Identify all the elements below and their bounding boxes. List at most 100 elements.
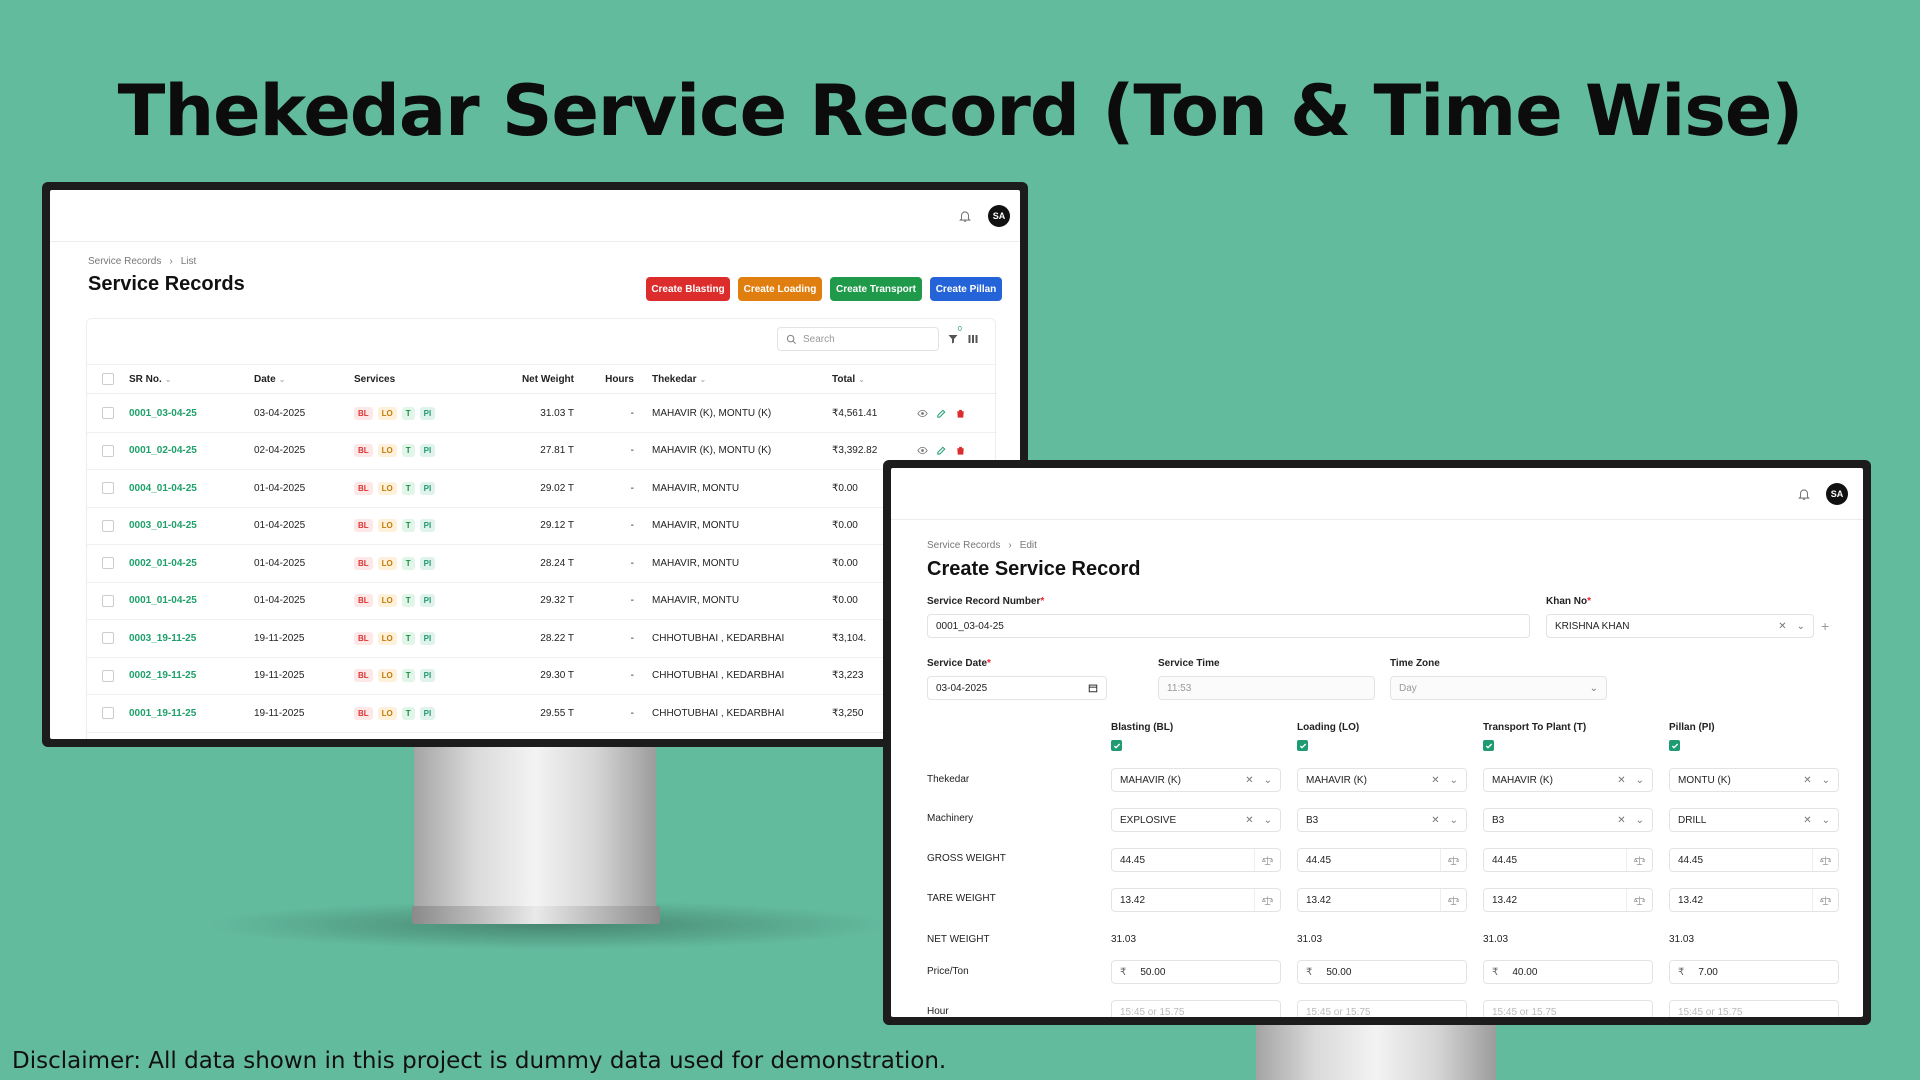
clear-icon[interactable]: ✕ bbox=[1617, 815, 1625, 826]
tare-weight-input[interactable]: 13.42 bbox=[1111, 888, 1281, 912]
edit-icon[interactable] bbox=[936, 408, 947, 419]
search-input[interactable]: Search bbox=[777, 327, 939, 351]
price-per-ton-input[interactable]: ₹ 7.00 bbox=[1669, 960, 1839, 984]
add-khan-icon[interactable]: + bbox=[1821, 618, 1829, 634]
clear-icon[interactable]: ✕ bbox=[1431, 815, 1439, 826]
scale-icon[interactable] bbox=[1820, 855, 1831, 866]
price-per-ton-input[interactable]: ₹ 40.00 bbox=[1483, 960, 1653, 984]
trash-icon[interactable] bbox=[955, 445, 966, 456]
hour-input[interactable]: 15:45 or 15.75 bbox=[1297, 1000, 1467, 1017]
gross-weight-input[interactable]: 44.45 bbox=[1111, 848, 1281, 872]
create-blasting-button[interactable]: Create Blasting bbox=[646, 277, 730, 301]
row-checkbox[interactable] bbox=[102, 632, 114, 645]
row-checkbox[interactable] bbox=[102, 707, 114, 720]
thekedar-select[interactable]: MAHAVIR (K) ✕ ⌄ bbox=[1297, 768, 1467, 792]
tare-weight-input[interactable]: 13.42 bbox=[1297, 888, 1467, 912]
scale-icon[interactable] bbox=[1820, 895, 1831, 906]
trash-icon[interactable] bbox=[955, 408, 966, 419]
column-header[interactable]: Date ⌄ bbox=[254, 374, 354, 385]
sr-link[interactable]: 0002_19-11-25 bbox=[129, 670, 254, 681]
row-checkbox[interactable] bbox=[102, 407, 114, 420]
machinery-select[interactable]: B3 ✕ ⌄ bbox=[1483, 808, 1653, 832]
chevron-down-icon[interactable]: ⌄ bbox=[1450, 775, 1458, 786]
create-loading-button[interactable]: Create Loading bbox=[738, 277, 822, 301]
chevron-down-icon[interactable]: ⌄ bbox=[1797, 621, 1805, 632]
sr-link[interactable]: 0004_01-04-25 bbox=[129, 483, 254, 494]
table-row[interactable]: 0001_01-04-25 01-04-2025 BL LO T PI 29.32 T… bbox=[87, 583, 997, 620]
service-enabled-checkbox[interactable] bbox=[1297, 740, 1308, 751]
time-zone-select[interactable]: Day ⌄ bbox=[1390, 676, 1607, 700]
chevron-down-icon[interactable]: ⌄ bbox=[1264, 775, 1272, 786]
hour-input[interactable]: 15:45 or 15.75 bbox=[1669, 1000, 1839, 1017]
scale-icon[interactable] bbox=[1262, 855, 1273, 866]
clear-icon[interactable]: ✕ bbox=[1245, 815, 1253, 826]
clear-icon[interactable]: ✕ bbox=[1778, 621, 1786, 632]
column-header[interactable]: SR No. ⌄ bbox=[129, 374, 254, 385]
price-per-ton-input[interactable]: ₹ 50.00 bbox=[1297, 960, 1467, 984]
chevron-down-icon[interactable]: ⌄ bbox=[1636, 815, 1644, 826]
thekedar-select[interactable]: MAHAVIR (K) ✕ ⌄ bbox=[1483, 768, 1653, 792]
machinery-select[interactable]: B3 ✕ ⌄ bbox=[1297, 808, 1467, 832]
breadcrumb-item[interactable]: Service Records bbox=[927, 540, 1000, 551]
bell-icon[interactable] bbox=[1797, 487, 1811, 501]
tare-weight-input[interactable]: 13.42 bbox=[1483, 888, 1653, 912]
sr-link[interactable]: 0001_03-04-25 bbox=[129, 408, 254, 419]
row-checkbox[interactable] bbox=[102, 482, 114, 495]
clear-icon[interactable]: ✕ bbox=[1803, 775, 1811, 786]
columns-button[interactable] bbox=[967, 332, 979, 350]
sr-link[interactable]: 0003_19-11-25 bbox=[129, 633, 254, 644]
chevron-down-icon[interactable]: ⌄ bbox=[1264, 815, 1272, 826]
scale-icon[interactable] bbox=[1634, 895, 1645, 906]
clear-icon[interactable]: ✕ bbox=[1245, 775, 1253, 786]
gross-weight-input[interactable]: 44.45 bbox=[1297, 848, 1467, 872]
chevron-down-icon[interactable]: ⌄ bbox=[1822, 775, 1830, 786]
table-row[interactable]: 0001_03-04-25 03-04-2025 BL LO T PI 31.03 T… bbox=[87, 395, 997, 433]
gross-weight-input[interactable]: 44.45 bbox=[1483, 848, 1653, 872]
avatar[interactable]: SA bbox=[1826, 483, 1848, 505]
table-row[interactable]: 0001_02-04-25 02-04-2025 BL LO T PI 27.81 T… bbox=[87, 433, 997, 470]
filter-button[interactable]: 0 bbox=[947, 326, 962, 350]
sr-link[interactable]: 0002_01-04-25 bbox=[129, 558, 254, 569]
row-checkbox[interactable] bbox=[102, 669, 114, 682]
eye-icon[interactable] bbox=[917, 445, 928, 456]
scale-icon[interactable] bbox=[1634, 855, 1645, 866]
scale-icon[interactable] bbox=[1448, 895, 1459, 906]
chevron-down-icon[interactable]: ⌄ bbox=[1636, 775, 1644, 786]
edit-icon[interactable] bbox=[936, 445, 947, 456]
sr-link[interactable]: 0001_02-04-25 bbox=[129, 445, 254, 456]
chevron-down-icon[interactable]: ⌄ bbox=[1822, 815, 1830, 826]
hour-input[interactable]: 15:45 or 15.75 bbox=[1111, 1000, 1281, 1017]
hour-input[interactable]: 15:45 or 15.75 bbox=[1483, 1000, 1653, 1017]
table-row[interactable]: 0003_01-04-25 01-04-2025 BL LO T PI 29.12 T… bbox=[87, 508, 997, 545]
sr-link[interactable]: 0001_01-04-25 bbox=[129, 595, 254, 606]
service-record-number-input[interactable]: 0001_03-04-25 bbox=[927, 614, 1530, 638]
gross-weight-input[interactable]: 44.45 bbox=[1669, 848, 1839, 872]
machinery-select[interactable]: DRILL ✕ ⌄ bbox=[1669, 808, 1839, 832]
breadcrumb-item[interactable]: Service Records bbox=[88, 256, 161, 267]
row-checkbox[interactable] bbox=[102, 557, 114, 570]
sr-link[interactable]: 0001_19-11-25 bbox=[129, 708, 254, 719]
clear-icon[interactable]: ✕ bbox=[1617, 775, 1625, 786]
table-row[interactable]: 0002_01-04-25 01-04-2025 BL LO T PI 28.24 T… bbox=[87, 545, 997, 583]
scale-icon[interactable] bbox=[1262, 895, 1273, 906]
service-enabled-checkbox[interactable] bbox=[1669, 740, 1680, 751]
avatar[interactable]: SA bbox=[988, 205, 1010, 227]
clear-icon[interactable]: ✕ bbox=[1431, 775, 1439, 786]
select-all-checkbox[interactable] bbox=[102, 373, 114, 385]
service-date-input[interactable]: 03-04-2025 bbox=[927, 676, 1107, 700]
eye-icon[interactable] bbox=[917, 408, 928, 419]
calendar-icon[interactable] bbox=[1088, 683, 1098, 693]
thekedar-select[interactable]: MONTU (K) ✕ ⌄ bbox=[1669, 768, 1839, 792]
create-pillan-button[interactable]: Create Pillan bbox=[930, 277, 1002, 301]
row-checkbox[interactable] bbox=[102, 444, 114, 457]
column-header[interactable]: Total ⌄ bbox=[832, 374, 917, 385]
row-checkbox[interactable] bbox=[102, 519, 114, 532]
tare-weight-input[interactable]: 13.42 bbox=[1669, 888, 1839, 912]
machinery-select[interactable]: EXPLOSIVE ✕ ⌄ bbox=[1111, 808, 1281, 832]
thekedar-select[interactable]: MAHAVIR (K) ✕ ⌄ bbox=[1111, 768, 1281, 792]
service-enabled-checkbox[interactable] bbox=[1111, 740, 1122, 751]
khan-no-select[interactable]: KRISHNA KHAN ✕ ⌄ bbox=[1546, 614, 1814, 638]
scale-icon[interactable] bbox=[1448, 855, 1459, 866]
table-row[interactable]: 0003_19-11-25 19-11-2025 BL LO T PI 28.22 T… bbox=[87, 620, 997, 658]
row-checkbox[interactable] bbox=[102, 594, 114, 607]
